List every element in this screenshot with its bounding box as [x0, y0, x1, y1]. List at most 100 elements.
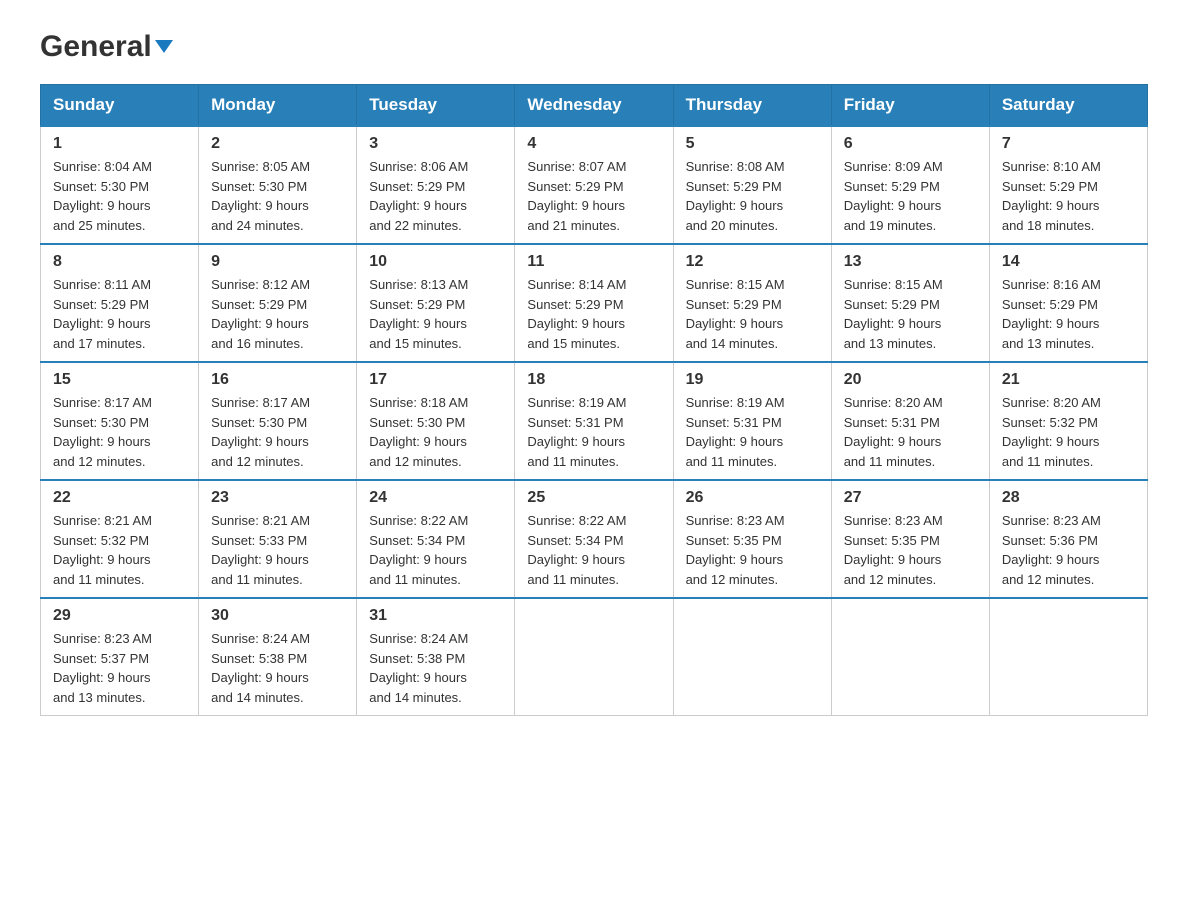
- weekday-header-friday: Friday: [831, 85, 989, 127]
- calendar-cell: 20 Sunrise: 8:20 AM Sunset: 5:31 PM Dayl…: [831, 362, 989, 480]
- day-info: Sunrise: 8:23 AM Sunset: 5:36 PM Dayligh…: [1002, 511, 1135, 589]
- weekday-header-tuesday: Tuesday: [357, 85, 515, 127]
- day-number: 6: [844, 135, 977, 153]
- day-number: 18: [527, 371, 660, 389]
- calendar-cell: 11 Sunrise: 8:14 AM Sunset: 5:29 PM Dayl…: [515, 244, 673, 362]
- calendar-cell: 16 Sunrise: 8:17 AM Sunset: 5:30 PM Dayl…: [199, 362, 357, 480]
- calendar-cell: 12 Sunrise: 8:15 AM Sunset: 5:29 PM Dayl…: [673, 244, 831, 362]
- day-number: 26: [686, 489, 819, 507]
- day-info: Sunrise: 8:18 AM Sunset: 5:30 PM Dayligh…: [369, 393, 502, 471]
- calendar-cell: 24 Sunrise: 8:22 AM Sunset: 5:34 PM Dayl…: [357, 480, 515, 598]
- day-info: Sunrise: 8:15 AM Sunset: 5:29 PM Dayligh…: [844, 275, 977, 353]
- calendar-cell: 26 Sunrise: 8:23 AM Sunset: 5:35 PM Dayl…: [673, 480, 831, 598]
- day-number: 15: [53, 371, 186, 389]
- logo-general: General: [40, 30, 152, 64]
- calendar-cell: [515, 598, 673, 716]
- calendar-cell: 14 Sunrise: 8:16 AM Sunset: 5:29 PM Dayl…: [989, 244, 1147, 362]
- day-number: 29: [53, 607, 186, 625]
- day-info: Sunrise: 8:22 AM Sunset: 5:34 PM Dayligh…: [369, 511, 502, 589]
- calendar-cell: 7 Sunrise: 8:10 AM Sunset: 5:29 PM Dayli…: [989, 126, 1147, 244]
- day-number: 27: [844, 489, 977, 507]
- day-number: 1: [53, 135, 186, 153]
- day-info: Sunrise: 8:10 AM Sunset: 5:29 PM Dayligh…: [1002, 157, 1135, 235]
- day-number: 23: [211, 489, 344, 507]
- day-info: Sunrise: 8:19 AM Sunset: 5:31 PM Dayligh…: [527, 393, 660, 471]
- calendar-cell: [989, 598, 1147, 716]
- day-info: Sunrise: 8:23 AM Sunset: 5:35 PM Dayligh…: [686, 511, 819, 589]
- day-info: Sunrise: 8:22 AM Sunset: 5:34 PM Dayligh…: [527, 511, 660, 589]
- calendar-cell: 15 Sunrise: 8:17 AM Sunset: 5:30 PM Dayl…: [41, 362, 199, 480]
- day-number: 3: [369, 135, 502, 153]
- day-info: Sunrise: 8:05 AM Sunset: 5:30 PM Dayligh…: [211, 157, 344, 235]
- day-number: 4: [527, 135, 660, 153]
- week-row-3: 15 Sunrise: 8:17 AM Sunset: 5:30 PM Dayl…: [41, 362, 1148, 480]
- calendar-cell: 3 Sunrise: 8:06 AM Sunset: 5:29 PM Dayli…: [357, 126, 515, 244]
- calendar-cell: 23 Sunrise: 8:21 AM Sunset: 5:33 PM Dayl…: [199, 480, 357, 598]
- day-info: Sunrise: 8:21 AM Sunset: 5:33 PM Dayligh…: [211, 511, 344, 589]
- day-info: Sunrise: 8:20 AM Sunset: 5:32 PM Dayligh…: [1002, 393, 1135, 471]
- calendar-cell: 22 Sunrise: 8:21 AM Sunset: 5:32 PM Dayl…: [41, 480, 199, 598]
- weekday-header-wednesday: Wednesday: [515, 85, 673, 127]
- calendar-cell: 2 Sunrise: 8:05 AM Sunset: 5:30 PM Dayli…: [199, 126, 357, 244]
- day-info: Sunrise: 8:12 AM Sunset: 5:29 PM Dayligh…: [211, 275, 344, 353]
- week-row-5: 29 Sunrise: 8:23 AM Sunset: 5:37 PM Dayl…: [41, 598, 1148, 716]
- day-number: 17: [369, 371, 502, 389]
- week-row-2: 8 Sunrise: 8:11 AM Sunset: 5:29 PM Dayli…: [41, 244, 1148, 362]
- day-info: Sunrise: 8:19 AM Sunset: 5:31 PM Dayligh…: [686, 393, 819, 471]
- day-info: Sunrise: 8:17 AM Sunset: 5:30 PM Dayligh…: [53, 393, 186, 471]
- day-number: 24: [369, 489, 502, 507]
- day-number: 8: [53, 253, 186, 271]
- day-info: Sunrise: 8:14 AM Sunset: 5:29 PM Dayligh…: [527, 275, 660, 353]
- logo-triangle-icon: [155, 40, 173, 53]
- day-info: Sunrise: 8:15 AM Sunset: 5:29 PM Dayligh…: [686, 275, 819, 353]
- day-number: 7: [1002, 135, 1135, 153]
- day-info: Sunrise: 8:06 AM Sunset: 5:29 PM Dayligh…: [369, 157, 502, 235]
- day-number: 28: [1002, 489, 1135, 507]
- calendar-cell: 29 Sunrise: 8:23 AM Sunset: 5:37 PM Dayl…: [41, 598, 199, 716]
- weekday-header-sunday: Sunday: [41, 85, 199, 127]
- day-info: Sunrise: 8:08 AM Sunset: 5:29 PM Dayligh…: [686, 157, 819, 235]
- day-info: Sunrise: 8:23 AM Sunset: 5:35 PM Dayligh…: [844, 511, 977, 589]
- calendar-table: SundayMondayTuesdayWednesdayThursdayFrid…: [40, 84, 1148, 716]
- day-number: 11: [527, 253, 660, 271]
- day-number: 19: [686, 371, 819, 389]
- day-number: 20: [844, 371, 977, 389]
- day-info: Sunrise: 8:24 AM Sunset: 5:38 PM Dayligh…: [369, 629, 502, 707]
- day-number: 25: [527, 489, 660, 507]
- calendar-cell: 28 Sunrise: 8:23 AM Sunset: 5:36 PM Dayl…: [989, 480, 1147, 598]
- calendar-cell: 6 Sunrise: 8:09 AM Sunset: 5:29 PM Dayli…: [831, 126, 989, 244]
- calendar-cell: 30 Sunrise: 8:24 AM Sunset: 5:38 PM Dayl…: [199, 598, 357, 716]
- day-number: 12: [686, 253, 819, 271]
- week-row-4: 22 Sunrise: 8:21 AM Sunset: 5:32 PM Dayl…: [41, 480, 1148, 598]
- calendar-cell: 1 Sunrise: 8:04 AM Sunset: 5:30 PM Dayli…: [41, 126, 199, 244]
- day-info: Sunrise: 8:13 AM Sunset: 5:29 PM Dayligh…: [369, 275, 502, 353]
- day-info: Sunrise: 8:04 AM Sunset: 5:30 PM Dayligh…: [53, 157, 186, 235]
- calendar-cell: 19 Sunrise: 8:19 AM Sunset: 5:31 PM Dayl…: [673, 362, 831, 480]
- logo: General: [40, 30, 173, 60]
- calendar-cell: 18 Sunrise: 8:19 AM Sunset: 5:31 PM Dayl…: [515, 362, 673, 480]
- day-info: Sunrise: 8:07 AM Sunset: 5:29 PM Dayligh…: [527, 157, 660, 235]
- calendar-cell: [831, 598, 989, 716]
- calendar-cell: 5 Sunrise: 8:08 AM Sunset: 5:29 PM Dayli…: [673, 126, 831, 244]
- day-info: Sunrise: 8:20 AM Sunset: 5:31 PM Dayligh…: [844, 393, 977, 471]
- weekday-header-saturday: Saturday: [989, 85, 1147, 127]
- day-number: 2: [211, 135, 344, 153]
- calendar-cell: 31 Sunrise: 8:24 AM Sunset: 5:38 PM Dayl…: [357, 598, 515, 716]
- day-number: 5: [686, 135, 819, 153]
- weekday-header-monday: Monday: [199, 85, 357, 127]
- calendar-cell: 8 Sunrise: 8:11 AM Sunset: 5:29 PM Dayli…: [41, 244, 199, 362]
- calendar-cell: 25 Sunrise: 8:22 AM Sunset: 5:34 PM Dayl…: [515, 480, 673, 598]
- day-info: Sunrise: 8:09 AM Sunset: 5:29 PM Dayligh…: [844, 157, 977, 235]
- day-info: Sunrise: 8:16 AM Sunset: 5:29 PM Dayligh…: [1002, 275, 1135, 353]
- day-info: Sunrise: 8:11 AM Sunset: 5:29 PM Dayligh…: [53, 275, 186, 353]
- weekday-header-thursday: Thursday: [673, 85, 831, 127]
- day-info: Sunrise: 8:21 AM Sunset: 5:32 PM Dayligh…: [53, 511, 186, 589]
- week-row-1: 1 Sunrise: 8:04 AM Sunset: 5:30 PM Dayli…: [41, 126, 1148, 244]
- day-number: 14: [1002, 253, 1135, 271]
- calendar-cell: 13 Sunrise: 8:15 AM Sunset: 5:29 PM Dayl…: [831, 244, 989, 362]
- calendar-cell: 9 Sunrise: 8:12 AM Sunset: 5:29 PM Dayli…: [199, 244, 357, 362]
- day-number: 13: [844, 253, 977, 271]
- day-number: 21: [1002, 371, 1135, 389]
- day-number: 30: [211, 607, 344, 625]
- day-info: Sunrise: 8:23 AM Sunset: 5:37 PM Dayligh…: [53, 629, 186, 707]
